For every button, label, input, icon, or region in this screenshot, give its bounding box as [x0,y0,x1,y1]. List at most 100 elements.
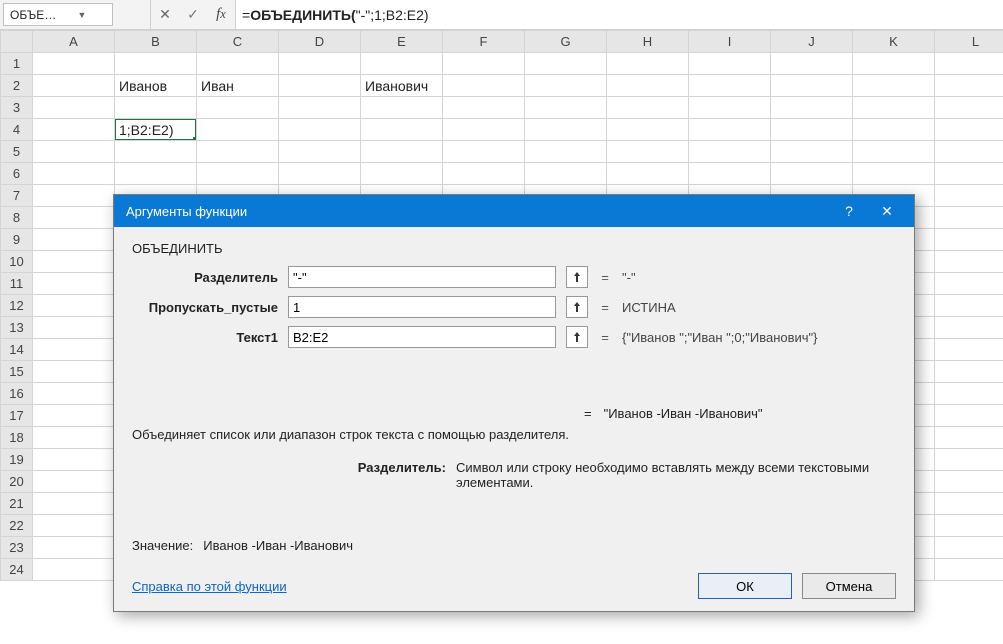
row-header-12[interactable]: 12 [1,295,33,317]
formula-input[interactable]: =ОБЪЕДИНИТЬ("-";1;B2:E2) [235,0,1003,29]
cell-D3[interactable] [279,97,361,119]
cell-L1[interactable] [935,53,1003,75]
cell-E5[interactable] [361,141,443,163]
row-header-19[interactable]: 19 [1,449,33,471]
cell-A9[interactable] [33,229,115,251]
cell-A13[interactable] [33,317,115,339]
cell-A15[interactable] [33,361,115,383]
row-header-4[interactable]: 4 [1,119,33,141]
cell-E2[interactable]: Иванович [361,75,443,97]
cell-B1[interactable] [115,53,197,75]
cell-B2[interactable]: Иванов [115,75,197,97]
cell-C1[interactable] [197,53,279,75]
cell-K1[interactable] [853,53,935,75]
cancel-formula-icon[interactable]: ✕ [151,0,179,29]
cell-L11[interactable] [935,273,1003,295]
cell-I6[interactable] [689,163,771,185]
cell-A5[interactable] [33,141,115,163]
cell-H6[interactable] [607,163,689,185]
cell-B4[interactable]: 1;B2:E2) [115,119,197,141]
cell-K6[interactable] [853,163,935,185]
cell-D2[interactable] [279,75,361,97]
cell-L10[interactable] [935,251,1003,273]
cell-A7[interactable] [33,185,115,207]
col-header-I[interactable]: I [689,31,771,53]
row-header-8[interactable]: 8 [1,207,33,229]
cell-E6[interactable] [361,163,443,185]
row-header-15[interactable]: 15 [1,361,33,383]
cell-L12[interactable] [935,295,1003,317]
cell-C2[interactable]: Иван [197,75,279,97]
row-header-10[interactable]: 10 [1,251,33,273]
accept-formula-icon[interactable]: ✓ [179,0,207,29]
cell-H2[interactable] [607,75,689,97]
arg-input[interactable] [288,326,556,348]
cell-I5[interactable] [689,141,771,163]
cell-H3[interactable] [607,97,689,119]
cell-A18[interactable] [33,427,115,449]
cancel-button[interactable]: Отмена [802,573,896,599]
cell-H1[interactable] [607,53,689,75]
col-header-F[interactable]: F [443,31,525,53]
cell-G4[interactable] [525,119,607,141]
cell-F4[interactable] [443,119,525,141]
cell-A6[interactable] [33,163,115,185]
cell-L2[interactable] [935,75,1003,97]
cell-F5[interactable] [443,141,525,163]
cell-C3[interactable] [197,97,279,119]
row-header-20[interactable]: 20 [1,471,33,493]
row-header-16[interactable]: 16 [1,383,33,405]
cell-A1[interactable] [33,53,115,75]
col-header-J[interactable]: J [771,31,853,53]
cell-A3[interactable] [33,97,115,119]
cell-L24[interactable] [935,559,1003,581]
cell-J5[interactable] [771,141,853,163]
cell-F6[interactable] [443,163,525,185]
col-header-A[interactable]: A [33,31,115,53]
arg-input[interactable] [288,296,556,318]
cell-D6[interactable] [279,163,361,185]
cell-L4[interactable] [935,119,1003,141]
row-header-23[interactable]: 23 [1,537,33,559]
cell-A8[interactable] [33,207,115,229]
cell-L19[interactable] [935,449,1003,471]
cell-L15[interactable] [935,361,1003,383]
row-header-9[interactable]: 9 [1,229,33,251]
cell-G2[interactable] [525,75,607,97]
cell-A21[interactable] [33,493,115,515]
cell-I4[interactable] [689,119,771,141]
cell-E1[interactable] [361,53,443,75]
name-box[interactable]: ОБЪЕДИН... ▼ [3,3,113,26]
cell-A4[interactable] [33,119,115,141]
cell-B6[interactable] [115,163,197,185]
cell-L3[interactable] [935,97,1003,119]
cell-E3[interactable] [361,97,443,119]
cell-C5[interactable] [197,141,279,163]
cell-I2[interactable] [689,75,771,97]
cell-L17[interactable] [935,405,1003,427]
cell-H5[interactable] [607,141,689,163]
row-header-6[interactable]: 6 [1,163,33,185]
cell-B3[interactable] [115,97,197,119]
cell-A12[interactable] [33,295,115,317]
cell-E4[interactable] [361,119,443,141]
cell-F3[interactable] [443,97,525,119]
cell-A11[interactable] [33,273,115,295]
col-header-H[interactable]: H [607,31,689,53]
col-header-G[interactable]: G [525,31,607,53]
cell-K2[interactable] [853,75,935,97]
cell-A14[interactable] [33,339,115,361]
cell-J3[interactable] [771,97,853,119]
cell-L18[interactable] [935,427,1003,449]
row-header-17[interactable]: 17 [1,405,33,427]
row-header-24[interactable]: 24 [1,559,33,581]
cell-G1[interactable] [525,53,607,75]
cell-L13[interactable] [935,317,1003,339]
fx-icon[interactable]: fx [207,0,235,29]
row-header-7[interactable]: 7 [1,185,33,207]
cell-A24[interactable] [33,559,115,581]
name-box-dropdown-icon[interactable]: ▼ [58,10,106,20]
cell-A22[interactable] [33,515,115,537]
row-header-18[interactable]: 18 [1,427,33,449]
cell-J2[interactable] [771,75,853,97]
